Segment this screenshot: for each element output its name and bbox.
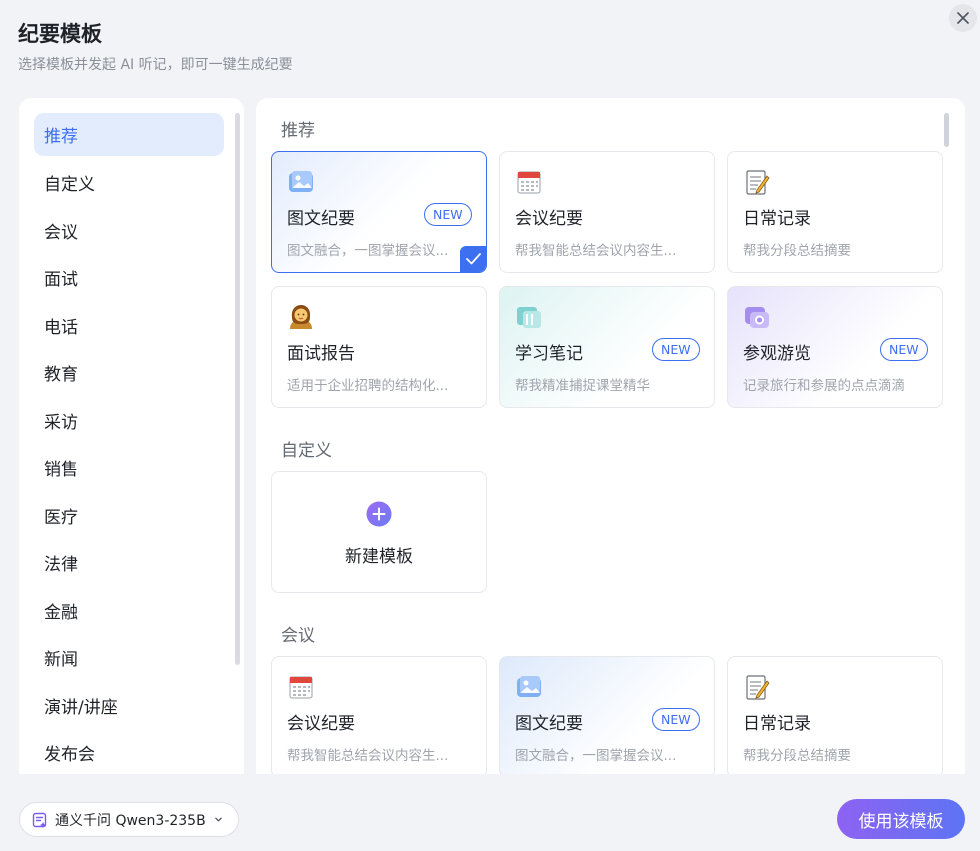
card-title: 日常记录 — [743, 209, 811, 229]
card-title: 会议纪要 — [515, 209, 583, 229]
new-badge: NEW — [652, 708, 700, 731]
new-badge: NEW — [652, 338, 700, 361]
person-icon — [290, 305, 312, 329]
sidebar-item-interview-press[interactable]: 采访 — [34, 399, 224, 442]
plus-icon — [366, 501, 392, 527]
sidebar-item-phone[interactable]: 电话 — [34, 304, 224, 347]
template-panel: 推荐 图文纪要 NEW 图文融合，一图掌握会议... 会议纪要 帮我智能总结会议… — [256, 98, 965, 774]
sidebar-item-meeting[interactable]: 会议 — [34, 209, 224, 252]
calendar-icon — [289, 676, 313, 699]
page-title: 纪要模板 — [18, 22, 102, 46]
card-title: 图文纪要 — [515, 714, 583, 734]
card-description: 帮我智能总结会议内容生... — [287, 748, 449, 764]
card-title: 会议纪要 — [287, 714, 355, 734]
memo-icon — [746, 170, 770, 195]
section-title-recommended: 推荐 — [281, 121, 315, 141]
sidebar-item-lecture[interactable]: 演讲/讲座 — [34, 684, 224, 727]
image-icon — [289, 171, 313, 192]
card-description: 记录旅行和参展的点点滴滴 — [743, 378, 905, 394]
new-template-label: 新建模板 — [345, 547, 413, 567]
section-title-meeting: 会议 — [281, 626, 315, 646]
card-description: 图文融合，一图掌握会议... — [287, 243, 449, 259]
camera-icon — [745, 307, 769, 328]
section-title-custom: 自定义 — [281, 441, 332, 461]
calendar-icon — [517, 171, 541, 194]
chevron-down-icon — [214, 817, 222, 822]
template-card-meeting-minutes[interactable]: 会议纪要 帮我智能总结会议内容生... — [499, 151, 715, 273]
sidebar-item-news[interactable]: 新闻 — [34, 636, 224, 679]
new-badge: NEW — [424, 203, 472, 226]
model-selector[interactable]: 通义千问 Qwen3-235B — [19, 802, 239, 837]
sidebar-item-medical[interactable]: 医疗 — [34, 494, 224, 537]
sidebar-scrollbar[interactable] — [235, 113, 240, 665]
template-card-sightseeing[interactable]: 参观游览 NEW 记录旅行和参展的点点滴滴 — [727, 286, 943, 408]
memo-icon — [746, 675, 770, 700]
template-card-image-minutes[interactable]: 图文纪要 NEW 图文融合，一图掌握会议... — [499, 656, 715, 774]
book-icon — [517, 307, 541, 328]
close-button[interactable] — [949, 4, 977, 32]
sidebar-item-custom[interactable]: 自定义 — [34, 161, 224, 204]
sidebar-item-interview[interactable]: 面试 — [34, 256, 224, 299]
check-icon — [460, 246, 486, 272]
new-template-button[interactable]: 新建模板 — [271, 471, 487, 593]
document-ai-icon — [32, 812, 47, 828]
template-card-interview-report[interactable]: 面试报告 适用于企业招聘的结构化... — [271, 286, 487, 408]
panel-scrollbar[interactable] — [944, 113, 949, 147]
sidebar-item-finance[interactable]: 金融 — [34, 589, 224, 632]
template-card-image-minutes[interactable]: 图文纪要 NEW 图文融合，一图掌握会议... — [271, 151, 487, 273]
card-description: 帮我智能总结会议内容生... — [515, 243, 677, 259]
new-badge: NEW — [880, 338, 928, 361]
template-card-study-notes[interactable]: 学习笔记 NEW 帮我精准捕捉课堂精华 — [499, 286, 715, 408]
model-label: 通义千问 Qwen3-235B — [55, 812, 206, 829]
use-template-button[interactable]: 使用该模板 — [837, 799, 965, 839]
card-description: 适用于企业招聘的结构化... — [287, 378, 449, 394]
card-description: 帮我分段总结摘要 — [743, 243, 851, 259]
sidebar-item-sales[interactable]: 销售 — [34, 446, 224, 489]
sidebar-item-legal[interactable]: 法律 — [34, 541, 224, 584]
template-card-meeting-minutes[interactable]: 会议纪要 帮我智能总结会议内容生... — [271, 656, 487, 774]
template-card-daily-record[interactable]: 日常记录 帮我分段总结摘要 — [727, 151, 943, 273]
card-title: 学习笔记 — [515, 344, 583, 364]
card-title: 日常记录 — [743, 714, 811, 734]
close-icon — [957, 12, 969, 24]
card-title: 面试报告 — [287, 344, 355, 364]
image-icon — [517, 676, 541, 697]
sidebar-item-launch[interactable]: 发布会 — [34, 731, 224, 774]
card-description: 帮我分段总结摘要 — [743, 748, 851, 764]
card-description: 帮我精准捕捉课堂精华 — [515, 378, 650, 394]
category-sidebar: 推荐 自定义 会议 面试 电话 教育 采访 销售 医疗 法律 金融 新闻 演讲/… — [19, 98, 244, 774]
sidebar-item-education[interactable]: 教育 — [34, 351, 224, 394]
page-subtitle: 选择模板并发起 AI 听记，即可一键生成纪要 — [18, 57, 293, 73]
card-title: 参观游览 — [743, 344, 811, 364]
card-title: 图文纪要 — [287, 209, 355, 229]
template-card-daily-record[interactable]: 日常记录 帮我分段总结摘要 — [727, 656, 943, 774]
card-description: 图文融合，一图掌握会议... — [515, 748, 677, 764]
sidebar-item-recommended[interactable]: 推荐 — [34, 113, 224, 156]
